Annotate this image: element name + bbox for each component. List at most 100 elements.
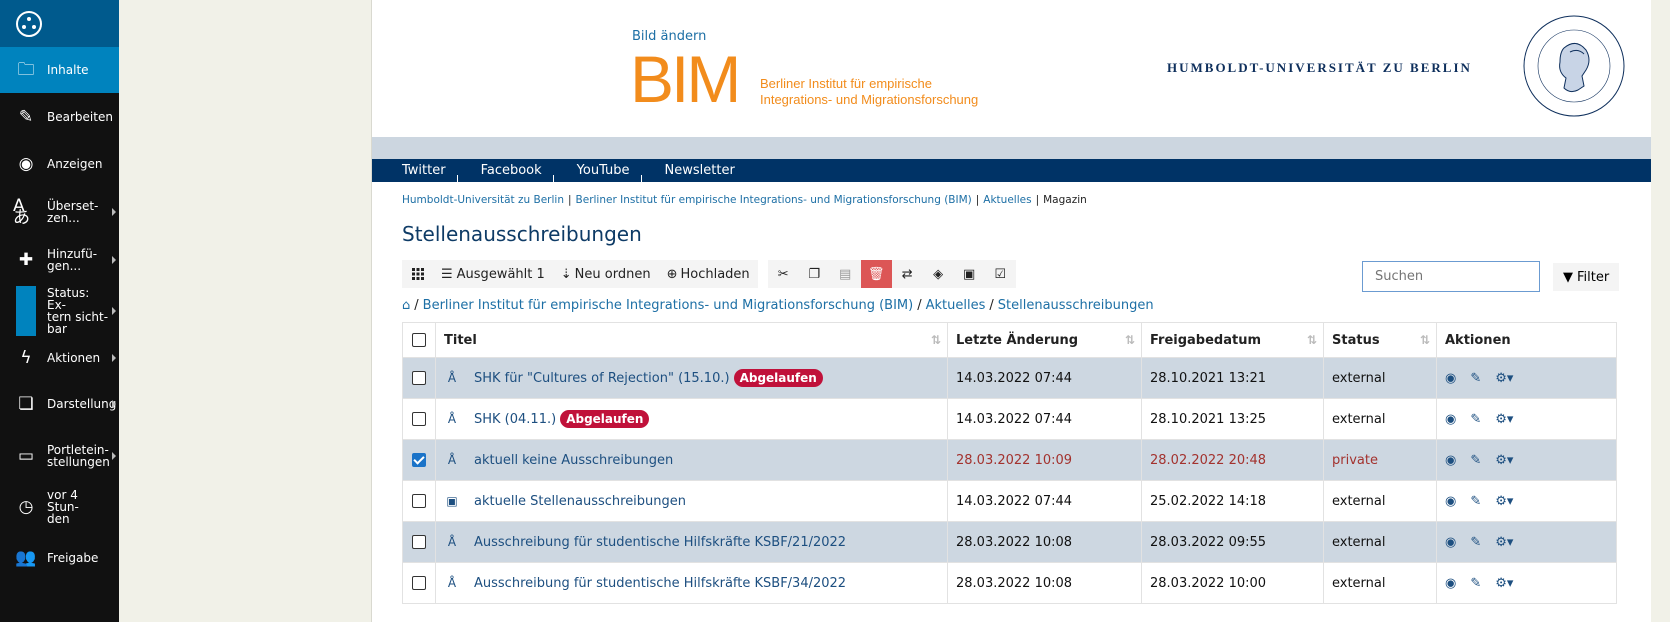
table-row[interactable]: Å SHK (04.11.) Abgelaufen 14.03.2022 07:44 2… [402, 398, 1617, 440]
item-title-link[interactable]: aktuelle Stellenausschreibungen [474, 494, 686, 509]
edit-icon[interactable]: ✎ [1470, 412, 1481, 427]
item-title-link[interactable]: Ausschreibung für studentische Hilfskräf… [474, 576, 846, 591]
hu-name[interactable]: HUMBOLDT-UNIVERSITÄT ZU BERLIN [1167, 60, 1472, 76]
reorder-button[interactable]: ⇣ Neu ordnen [552, 260, 659, 288]
clock-icon: ◷ [18, 496, 34, 517]
published-cell: 28.10.2021 13:25 [1141, 398, 1324, 440]
view-icon[interactable]: ◉ [1445, 412, 1456, 427]
sidebar-item-label: Aktionen [47, 351, 101, 365]
bim-logo[interactable]: BIM [630, 46, 741, 112]
edit-icon[interactable]: ✎ [1470, 453, 1481, 468]
hu-seal-icon[interactable] [1520, 12, 1628, 120]
content-breadcrumb: ⌂ / Berliner Institut für empirische Integ… [402, 298, 1154, 313]
column-status-label: Status [1332, 332, 1380, 348]
cut-button[interactable]: ✂ [767, 260, 799, 288]
breadcrumb-item[interactable]: Berliner Institut für empirische Integra… [576, 194, 972, 206]
sidebar-item-users[interactable]: 👥 Freigabe [0, 531, 119, 585]
search-input[interactable] [1362, 261, 1540, 292]
upload-icon: ⊕ [666, 266, 678, 282]
sidebar-item-label: Anzeigen [47, 157, 103, 171]
breadcrumb-item[interactable]: Aktuelles [926, 298, 986, 313]
select-all-checkbox[interactable] [412, 333, 426, 347]
sidebar-item-label: Darstellung [47, 397, 117, 411]
select-all-header[interactable] [402, 322, 436, 358]
gear-dropdown-icon[interactable]: ⚙▾ [1495, 412, 1513, 427]
row-checkbox[interactable] [412, 494, 426, 508]
row-checkbox[interactable] [412, 412, 426, 426]
column-header-title[interactable]: Titel ⇅ [435, 322, 948, 358]
row-checkbox[interactable] [412, 453, 426, 467]
view-icon[interactable]: ◉ [1445, 535, 1456, 550]
breadcrumb-item[interactable]: Stellenausschreibungen [998, 298, 1154, 313]
grid-icon [411, 268, 424, 280]
gear-dropdown-icon[interactable]: ⚙▾ [1495, 535, 1513, 550]
social-link-facebook[interactable]: Facebook [481, 163, 554, 184]
social-link-twitter[interactable]: Twitter [402, 163, 458, 184]
sidebar-item-status[interactable]: Status: Ex- tern sicht- bar [0, 284, 119, 338]
display-icon: ❏ [18, 394, 34, 414]
column-header-modified[interactable]: Letzte Änderung ⇅ [947, 322, 1142, 358]
table-row[interactable]: Å Ausschreibung für studentische Hilfskrä… [402, 562, 1617, 604]
table-row[interactable]: Å Ausschreibung für studentische Hilfskrä… [402, 521, 1617, 563]
selected-button[interactable]: ☰ Ausgewählt 1 [433, 260, 553, 288]
cut-icon: ✂ [777, 266, 789, 282]
breadcrumb-item[interactable]: Aktuelles [983, 194, 1031, 206]
breadcrumb-item[interactable]: Berliner Institut für empirische Integra… [423, 298, 914, 313]
sidebar-item-clock[interactable]: ◷ vor 4 Stun- den [0, 482, 119, 531]
item-title-link[interactable]: Ausschreibung für studentische Hilfskräf… [474, 535, 846, 550]
column-header-published[interactable]: Freigabedatum ⇅ [1141, 322, 1324, 358]
sidebar-item-display[interactable]: ❏ Darstellung [0, 378, 119, 430]
edit-icon[interactable]: ✎ [1470, 371, 1481, 386]
gear-dropdown-icon[interactable]: ⚙▾ [1495, 371, 1513, 386]
sidebar-item-portlet[interactable]: ▭ Portletein- stellungen [0, 430, 119, 482]
upload-button[interactable]: ⊕ Hochladen [658, 260, 758, 288]
item-title-link[interactable]: SHK für "Cultures of Rejection" (15.10.) [474, 371, 730, 386]
rename-button[interactable]: ⇄ [891, 260, 923, 288]
sidebar-item-eye[interactable]: ◉ Anzeigen [0, 141, 119, 187]
item-title-link[interactable]: SHK (04.11.) [474, 412, 556, 427]
state-button[interactable]: ▣ [953, 260, 985, 288]
sidebar-item-pencil[interactable]: ✎ Bearbeiten [0, 93, 119, 141]
breadcrumb-item[interactable]: Humboldt-Universität zu Berlin [402, 194, 564, 206]
filter-button[interactable]: ▼ Filter [1553, 263, 1620, 291]
gear-dropdown-icon[interactable]: ⚙▾ [1495, 453, 1513, 468]
view-icon[interactable]: ◉ [1445, 371, 1456, 386]
tags-button[interactable]: ◈ [922, 260, 954, 288]
sidebar-item-lightning[interactable]: ϟ Aktionen [0, 338, 119, 378]
table-row[interactable]: ▣ aktuelle Stellenausschreibungen 14.03.20… [402, 480, 1617, 522]
delete-button[interactable]: 🗑 [860, 260, 892, 288]
gear-dropdown-icon[interactable]: ⚙▾ [1495, 494, 1513, 509]
edit-icon[interactable]: ✎ [1470, 494, 1481, 509]
gear-dropdown-icon[interactable]: ⚙▾ [1495, 576, 1513, 591]
select-all-button[interactable] [402, 260, 433, 288]
lightning-icon: ϟ [20, 348, 32, 368]
home-icon[interactable]: ⌂ [402, 298, 410, 313]
paste-button[interactable]: ▤ [829, 260, 861, 288]
view-icon[interactable]: ◉ [1445, 494, 1456, 509]
properties-button[interactable]: ☑ [984, 260, 1016, 288]
edit-icon[interactable]: ✎ [1470, 535, 1481, 550]
breadcrumb-separator: / [414, 298, 419, 313]
edit-icon[interactable]: ✎ [1470, 576, 1481, 591]
copy-button[interactable]: ❐ [798, 260, 830, 288]
column-header-status[interactable]: Status ⇅ [1323, 322, 1437, 358]
view-icon[interactable]: ◉ [1445, 576, 1456, 591]
row-checkbox[interactable] [412, 535, 426, 549]
news-icon: Å [447, 412, 457, 426]
row-checkbox[interactable] [412, 576, 426, 590]
modified-cell: 28.03.2022 10:09 [947, 439, 1142, 481]
status-cell: private [1323, 439, 1437, 481]
sidebar-item-translate[interactable]: Aあ Überset- zen... [0, 187, 119, 236]
sidebar-item-folder[interactable]: 🗀 Inhalte [0, 47, 119, 93]
social-link-newsletter[interactable]: Newsletter [665, 163, 747, 178]
breadcrumb-separator: | [975, 194, 980, 206]
table-row[interactable]: Å SHK für "Cultures of Rejection" (15.10.… [402, 357, 1617, 399]
chevron-right-icon [112, 207, 116, 216]
social-link-youtube[interactable]: YouTube [577, 163, 642, 184]
view-icon[interactable]: ◉ [1445, 453, 1456, 468]
plone-logo[interactable] [0, 0, 119, 47]
sidebar-item-plus[interactable]: ✚ Hinzufü- gen... [0, 236, 119, 284]
row-checkbox[interactable] [412, 371, 426, 385]
table-row[interactable]: Åaktuell keine Ausschreibungen 28.03.2022… [402, 439, 1617, 481]
item-title-link[interactable]: aktuell keine Ausschreibungen [474, 453, 673, 468]
